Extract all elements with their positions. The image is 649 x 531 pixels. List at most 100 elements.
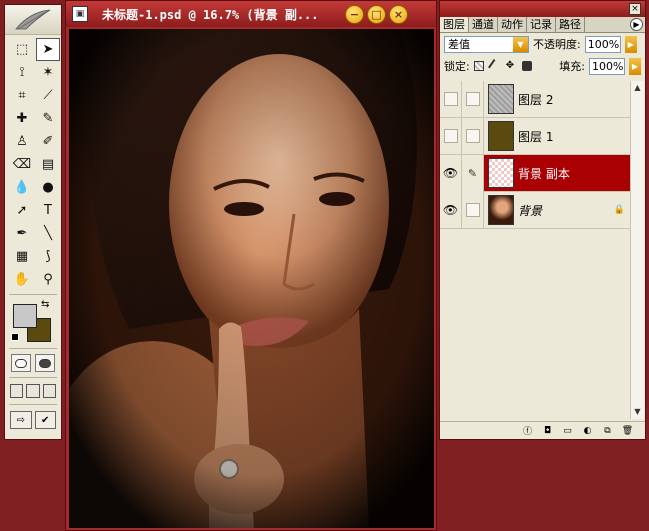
clone-stamp-tool[interactable]: ♙ bbox=[10, 130, 34, 153]
dodge-tool[interactable]: ● bbox=[36, 176, 60, 199]
link-toggle[interactable] bbox=[462, 80, 484, 118]
lock-transparency-icon[interactable] bbox=[473, 61, 484, 71]
type-tool[interactable]: T bbox=[36, 199, 60, 222]
standard-mode-button[interactable] bbox=[11, 354, 31, 372]
lasso-tool[interactable]: ⟟ bbox=[10, 61, 34, 84]
magic-wand-tool[interactable]: ✶ bbox=[36, 61, 60, 84]
palette-close-icon[interactable]: × bbox=[629, 3, 641, 15]
marquee-tool[interactable]: ⬚ bbox=[10, 38, 34, 61]
add-layer-style-icon[interactable]: ⓕ bbox=[522, 425, 533, 437]
lock-row: 锁定: ✥ 填充: 100% ▶ bbox=[440, 55, 645, 77]
hand-tool[interactable]: ✋ bbox=[10, 268, 34, 291]
standard-screen-button[interactable] bbox=[10, 384, 24, 398]
palette-menu-icon[interactable]: ▶ bbox=[630, 18, 643, 31]
layers-palette: × 图层 通道 动作 记录 路径 ▶ 差值 ▼ 不透明度: 100% ▶ 锁定:… bbox=[439, 0, 646, 440]
tab-actions[interactable]: 动作 bbox=[498, 17, 527, 32]
blur-tool[interactable]: 💧 bbox=[10, 176, 34, 199]
marquee-icon: ⬚ bbox=[15, 42, 29, 57]
brush-tool[interactable]: ✎ bbox=[36, 107, 60, 130]
adjustment-layer-icon[interactable]: ◐ bbox=[582, 425, 593, 436]
tab-history[interactable]: 记录 bbox=[527, 17, 556, 32]
pen-icon: ✒ bbox=[16, 226, 28, 241]
slice-icon: ⟋ bbox=[43, 88, 53, 103]
palette-titlebar[interactable]: × bbox=[440, 1, 645, 17]
lock-position-icon[interactable]: ✥ bbox=[506, 61, 516, 71]
fill-field[interactable]: 100% bbox=[589, 57, 625, 75]
image-canvas[interactable] bbox=[69, 29, 434, 528]
new-layer-icon[interactable]: ⧉ bbox=[602, 425, 613, 436]
layers-bottom-bar: ⓕ ◘ ▭ ◐ ⧉ 🗑 bbox=[440, 421, 645, 439]
notes-tool[interactable]: ▦ bbox=[10, 245, 34, 268]
visibility-toggle[interactable]: 👁 bbox=[440, 154, 462, 192]
quick-mask-button[interactable] bbox=[35, 354, 55, 372]
document-titlebar[interactable]: ▣ 未标题-1.psd @ 16.7% (背景 副... − □ × bbox=[66, 1, 436, 27]
link-icon bbox=[465, 129, 480, 143]
link-toggle[interactable] bbox=[462, 117, 484, 155]
toolbox: ⬚ ➤ ⟟ ✶ ⌗ ⟋ ✚ ✎ ♙ ✐ ⌫ ▤ 💧 ● ➚ T ✒ ╲ ▦ ⟆ ✋ ⚲ ⇆ ⇨ ✔ bbox=[4, 4, 62, 440]
fill-slider-arrow-icon[interactable]: ▶ bbox=[629, 57, 641, 75]
eyedropper-tool[interactable]: ⟆ bbox=[36, 245, 60, 268]
layer-row-layer1[interactable]: 图层 1 bbox=[440, 117, 631, 155]
layer-row-background[interactable]: 👁 背景 🔒 bbox=[440, 191, 631, 229]
screen-mode-row bbox=[5, 381, 61, 401]
full-screen-button[interactable] bbox=[42, 384, 56, 398]
healing-brush-tool[interactable]: ✚ bbox=[10, 107, 34, 130]
opacity-label: 不透明度: bbox=[533, 38, 581, 51]
swap-colors-icon[interactable]: ⇆ bbox=[41, 299, 49, 310]
history-brush-icon: ✐ bbox=[42, 134, 54, 149]
edit-in-imageready-icon[interactable]: ✔ bbox=[34, 411, 56, 429]
color-swatches: ⇆ bbox=[9, 299, 57, 345]
path-selection-icon: ➚ bbox=[16, 203, 28, 218]
full-screen-menu-button[interactable] bbox=[26, 384, 40, 398]
delete-layer-icon[interactable]: 🗑 bbox=[622, 425, 633, 436]
path-selection-tool[interactable]: ➚ bbox=[10, 199, 34, 222]
brush-icon: ✎ bbox=[467, 166, 478, 180]
layer-row-layer2[interactable]: 图层 2 bbox=[440, 80, 631, 118]
feather-logo[interactable] bbox=[5, 5, 61, 35]
tab-layers[interactable]: 图层 bbox=[440, 17, 469, 32]
blend-mode-select[interactable]: 差值 ▼ bbox=[444, 35, 529, 53]
link-toggle[interactable] bbox=[462, 191, 484, 229]
visibility-toggle[interactable] bbox=[440, 80, 462, 118]
lasso-icon: ⟟ bbox=[19, 65, 25, 80]
gradient-icon: ▤ bbox=[41, 157, 55, 172]
lock-image-icon[interactable] bbox=[487, 59, 502, 73]
close-button[interactable]: × bbox=[389, 4, 408, 24]
layer-thumbnail bbox=[488, 121, 514, 151]
pen-tool[interactable]: ✒ bbox=[10, 222, 34, 245]
hand-icon: ✋ bbox=[13, 272, 31, 287]
link-icon bbox=[465, 92, 480, 106]
brush-indicator[interactable]: ✎ bbox=[462, 154, 484, 192]
visibility-toggle[interactable] bbox=[440, 117, 462, 155]
document-icon: ▣ bbox=[72, 6, 88, 22]
lock-all-icon[interactable] bbox=[521, 61, 532, 71]
restore-button[interactable]: □ bbox=[367, 4, 386, 24]
layer-row-background-copy[interactable]: 👁 ✎ 背景 副本 bbox=[440, 154, 631, 192]
add-mask-icon[interactable]: ◘ bbox=[542, 425, 553, 436]
visibility-toggle[interactable]: 👁 bbox=[440, 191, 462, 229]
line-tool[interactable]: ╲ bbox=[36, 222, 60, 245]
gradient-tool[interactable]: ▤ bbox=[36, 153, 60, 176]
opacity-field[interactable]: 100% bbox=[584, 35, 621, 53]
scroll-down-icon[interactable]: ▼ bbox=[631, 405, 644, 419]
history-brush-tool[interactable]: ✐ bbox=[36, 130, 60, 153]
jump-to-imageready-button[interactable]: ⇨ bbox=[10, 411, 32, 429]
slice-tool[interactable]: ⟋ bbox=[36, 84, 60, 107]
tab-paths[interactable]: 路径 bbox=[556, 17, 585, 32]
toolbox-divider bbox=[9, 404, 57, 405]
default-colors-icon[interactable] bbox=[11, 333, 19, 341]
scroll-up-icon[interactable]: ▲ bbox=[631, 81, 644, 95]
layer-thumbnail bbox=[488, 195, 514, 225]
zoom-tool[interactable]: ⚲ bbox=[36, 268, 60, 291]
eraser-tool[interactable]: ⌫ bbox=[10, 153, 34, 176]
fill-label: 填充: bbox=[559, 60, 585, 73]
move-tool[interactable]: ➤ bbox=[36, 38, 60, 61]
tab-channels[interactable]: 通道 bbox=[469, 17, 498, 32]
foreground-color-swatch[interactable] bbox=[13, 304, 37, 328]
new-group-icon[interactable]: ▭ bbox=[562, 425, 573, 436]
crop-tool[interactable]: ⌗ bbox=[10, 84, 34, 107]
layer-list: 图层 2 图层 1 👁 ✎ 背景 副本 👁 背景 🔒 bbox=[440, 80, 631, 419]
layer-list-scrollbar[interactable]: ▲ ▼ bbox=[630, 81, 644, 419]
minimize-button[interactable]: − bbox=[345, 4, 364, 24]
opacity-slider-arrow-icon[interactable]: ▶ bbox=[624, 35, 637, 53]
